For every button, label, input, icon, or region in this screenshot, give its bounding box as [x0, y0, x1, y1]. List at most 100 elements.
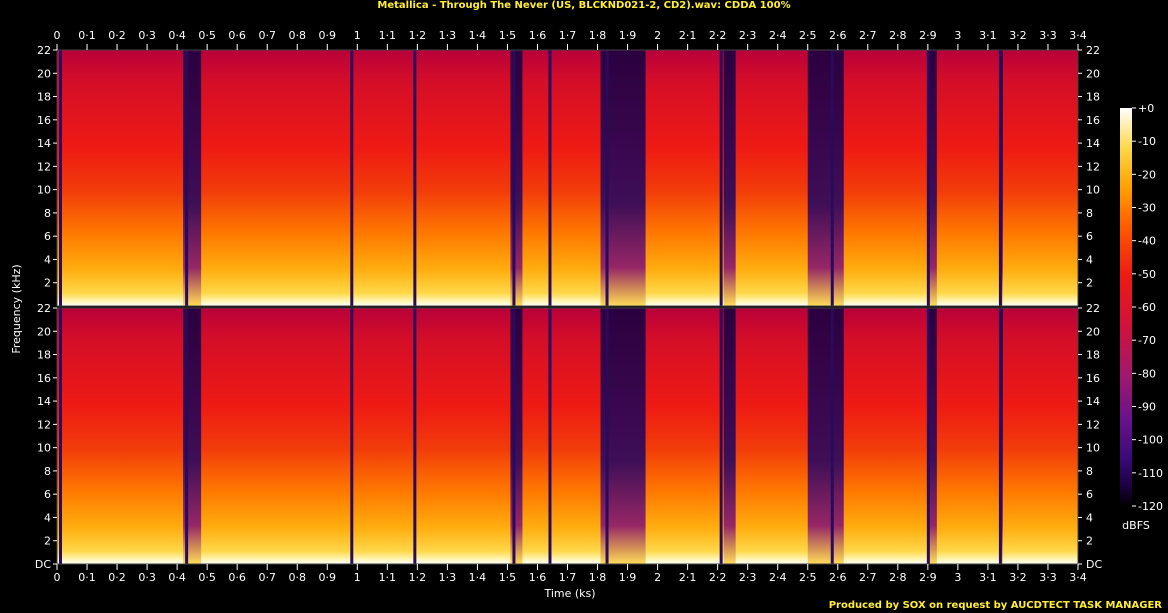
y-tick-label: 14 [37, 137, 51, 150]
x-tick-label: 2·7 [859, 29, 877, 42]
track-gap [830, 308, 834, 564]
x-tick-label: 0·9 [319, 29, 337, 42]
y-tick-label: 20 [37, 325, 51, 338]
y-tick-label: 10 [37, 184, 51, 197]
x-axis-label: Time (ks) [543, 587, 595, 600]
track-gap [59, 50, 63, 306]
track-gap [719, 50, 723, 306]
x-tick-label: 2·2 [709, 571, 727, 584]
x-tick-label: 1 [354, 571, 361, 584]
y-tick-label: 10 [1086, 184, 1100, 197]
colorbar-tick-label: -10 [1138, 135, 1156, 148]
x-tick-label: 1·6 [529, 29, 547, 42]
track-gap [413, 50, 417, 306]
x-tick-label: 1·1 [379, 29, 397, 42]
x-tick-label: 2·6 [829, 571, 847, 584]
track-gap [830, 50, 834, 306]
x-tick-label: 2·7 [859, 571, 877, 584]
x-tick-label: 3 [954, 571, 961, 584]
y-tick-label: 6 [1086, 488, 1093, 501]
x-tick-label: 2 [654, 571, 661, 584]
x-tick-label: 0·5 [198, 29, 216, 42]
track-gap [350, 308, 354, 564]
track-gap [605, 308, 609, 564]
x-tick-label: 3·1 [979, 571, 997, 584]
y-tick-label: 8 [1086, 465, 1093, 478]
y-tick-label: 6 [44, 230, 51, 243]
y-tick-label: 2 [1086, 277, 1093, 290]
y-tick-label: 20 [1086, 325, 1100, 338]
x-tick-label: 1·2 [409, 29, 427, 42]
x-tick-label: 1·9 [619, 571, 637, 584]
x-tick-label: 0·1 [78, 29, 96, 42]
colorbar-tick-label: -120 [1138, 500, 1163, 513]
channel-2-spectrogram [56, 307, 1079, 565]
track-gap [926, 50, 930, 306]
spectrogram-body [57, 50, 1078, 306]
y-tick-label: 10 [37, 442, 51, 455]
x-tick-label: 1·7 [559, 29, 577, 42]
y-tick-label: 14 [1086, 137, 1100, 150]
track-gap [998, 308, 1002, 564]
x-tick-label: 1·4 [469, 571, 487, 584]
track-gap [185, 308, 189, 564]
x-tick-label: 0·7 [258, 29, 276, 42]
y-tick-label: 16 [1086, 372, 1100, 385]
x-tick-label: 0·6 [228, 571, 246, 584]
y-tick-label: 12 [37, 160, 51, 173]
y-tick-label: 12 [1086, 160, 1100, 173]
track-gap [548, 50, 552, 306]
x-tick-label: 2·1 [679, 29, 697, 42]
x-tick-label: 1·5 [499, 29, 517, 42]
colorbar-tick-label: -80 [1138, 367, 1156, 380]
x-tick-label: 0·1 [78, 571, 96, 584]
track-gap [185, 50, 189, 306]
y-tick-label: 18 [37, 349, 51, 362]
colorbar-tick-label: -60 [1138, 301, 1156, 314]
x-tick-label: 2·6 [829, 29, 847, 42]
y-tick-label: 20 [37, 67, 51, 80]
track-gap [59, 308, 63, 564]
y-tick-label: 22 [1086, 44, 1100, 57]
track-gap [512, 50, 516, 306]
y-tick-label: 2 [44, 277, 51, 290]
quiet-section [510, 308, 523, 564]
y-tick-label: 18 [1086, 91, 1100, 104]
x-tick-label: 1 [354, 29, 361, 42]
y-tick-label: 6 [44, 488, 51, 501]
x-tick-label: 1·9 [619, 29, 637, 42]
x-tick-label: 1·8 [589, 571, 607, 584]
colorbar-tick-label: -40 [1138, 235, 1156, 248]
quiet-section [807, 50, 844, 306]
quiet-section [510, 50, 523, 306]
x-tick-label: 3·3 [1039, 571, 1057, 584]
x-tick-label: 1·4 [469, 29, 487, 42]
x-tick-label: 3 [954, 29, 961, 42]
x-tick-label: 0·4 [168, 571, 186, 584]
y-tick-label: 14 [1086, 395, 1100, 408]
y-tick-label: 18 [37, 91, 51, 104]
y-tick-label: 4 [44, 511, 51, 524]
x-tick-label: 2·8 [889, 29, 907, 42]
x-tick-label: 0·6 [228, 29, 246, 42]
track-gap [998, 50, 1002, 306]
y-tick-label: 4 [1086, 253, 1093, 266]
colorbar-tick-label: -30 [1138, 202, 1156, 215]
x-tick-label: 3·3 [1039, 29, 1057, 42]
y-tick-label: 2 [1086, 535, 1093, 548]
x-tick-label: 0·9 [319, 571, 337, 584]
x-tick-label: 0·3 [138, 29, 156, 42]
quiet-section [723, 308, 736, 564]
y-axis-label: Frequency (kHz) [10, 264, 23, 353]
track-gap [512, 308, 516, 564]
track-gap [548, 308, 552, 564]
spectrogram-body [57, 308, 1078, 564]
y-tick-label: 22 [1086, 302, 1100, 315]
x-tick-label: 1·5 [499, 571, 517, 584]
track-gap [605, 50, 609, 306]
y-tick-label: 4 [44, 253, 51, 266]
y-tick-label: 8 [1086, 207, 1093, 220]
x-tick-label: 2·5 [799, 29, 817, 42]
channel-1-spectrogram [56, 49, 1079, 307]
colorbar-tick-label: -70 [1138, 334, 1156, 347]
